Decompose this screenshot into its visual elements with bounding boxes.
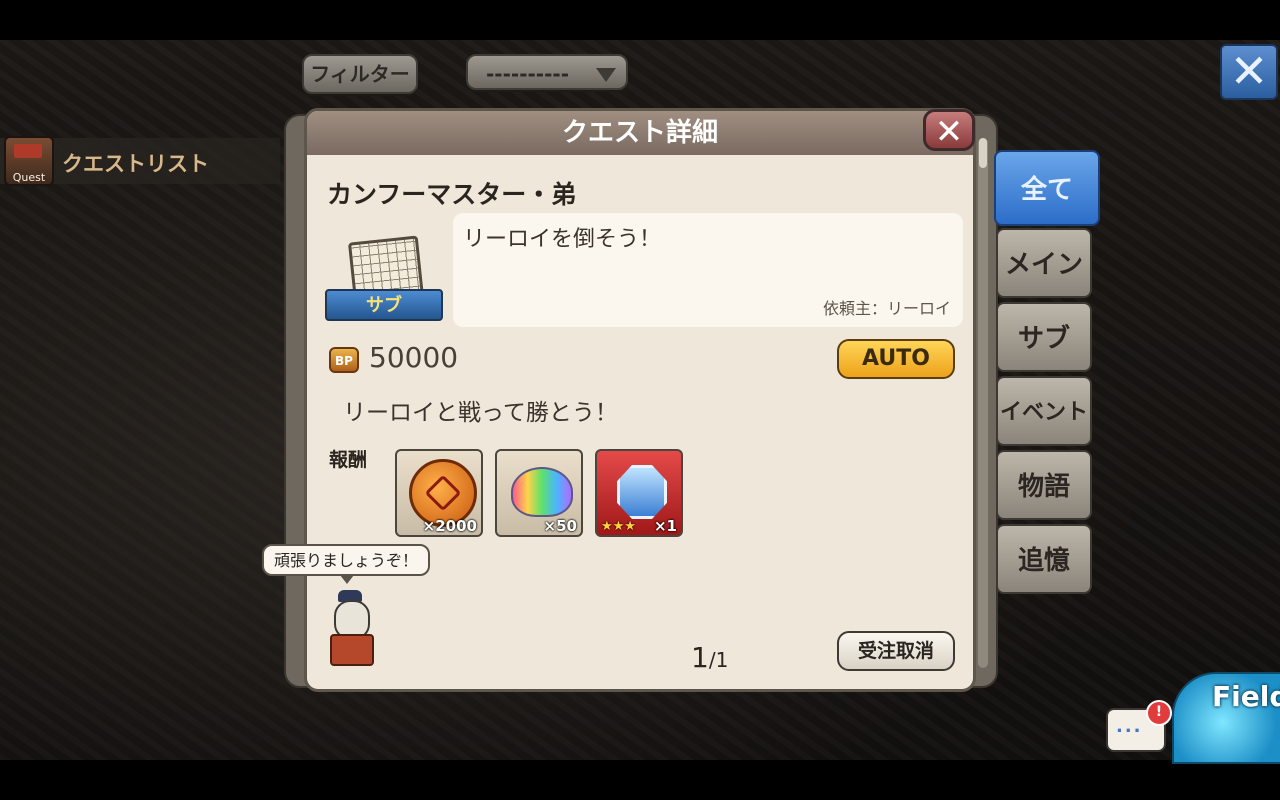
dialog-title: クエスト詳細 (307, 111, 973, 155)
page-current: 1 (691, 641, 709, 674)
field-button[interactable]: Field (1172, 672, 1280, 764)
bp-value: 50000 (369, 341, 459, 374)
scrollbar-thumb[interactable] (979, 138, 987, 168)
close-screen-button[interactable]: ✕ (1220, 44, 1278, 100)
field-label: Field (1212, 680, 1280, 713)
quest-detail-dialog: クエスト詳細 ✕ カンフーマスター・弟 サブ リーロイを倒そう！ 依頼主：リーロ… (304, 108, 976, 692)
close-icon: ✕ (1229, 44, 1269, 98)
shield-crest-icon (617, 465, 667, 519)
page-total: /1 (708, 648, 729, 672)
treasure-chest-icon (330, 634, 374, 666)
rarity-stars: ★★★ (601, 519, 636, 534)
reward-item-shield[interactable]: ★★★ ×1 (595, 449, 683, 537)
chat-bubble-icon: ... (1116, 716, 1143, 737)
quest-name: カンフーマスター・弟 (327, 180, 577, 209)
reward-item-coin[interactable]: ×2000 (395, 449, 483, 537)
quest-objective: リーロイと戦って勝とう！ (343, 400, 618, 426)
bp-icon: BP (329, 347, 359, 373)
quest-list-header[interactable]: Quest クエストリスト (0, 136, 280, 186)
mascot-character[interactable] (328, 590, 374, 666)
reward-qty: ×2000 (422, 517, 477, 535)
tab-main[interactable]: メイン (996, 228, 1092, 298)
scrollbar[interactable] (978, 138, 988, 668)
quest-client: 依頼主：リーロイ (822, 299, 951, 318)
page-indicator: 1/1 (691, 641, 728, 674)
quest-list-title: クエストリスト (62, 152, 209, 176)
tab-event[interactable]: イベント (996, 376, 1092, 446)
quest-shop-icon: Quest (4, 136, 54, 186)
tab-memory[interactable]: 追憶 (996, 524, 1092, 594)
tab-sub[interactable]: サブ (996, 302, 1092, 372)
dialog-close-button[interactable]: ✕ (923, 109, 975, 152)
reward-qty: ×50 (543, 517, 577, 535)
quest-icon-label: Quest (12, 171, 46, 184)
mascot-speech-bubble: 頑張りましょうぞ！ (262, 544, 431, 584)
auto-button[interactable]: AUTO (837, 339, 955, 379)
description-box: リーロイを倒そう！ 依頼主：リーロイ (453, 213, 963, 327)
quest-type-label: サブ (325, 289, 443, 321)
filter-dropdown[interactable]: ---------- (466, 54, 628, 90)
dropdown-value: ---------- (486, 62, 570, 86)
notification-badge: ! (1146, 700, 1172, 726)
quest-type-badge: サブ (325, 235, 443, 325)
cancel-quest-button[interactable]: 受注取消 (837, 631, 955, 671)
reward-label: 報酬 (329, 449, 368, 471)
tab-story[interactable]: 物語 (996, 450, 1092, 520)
close-icon: ✕ (934, 112, 964, 152)
reward-item-gem[interactable]: ×50 (495, 449, 583, 537)
chevron-down-icon (596, 68, 616, 82)
rainbow-gem-icon (511, 467, 573, 517)
filter-button[interactable]: フィルター (302, 54, 418, 94)
tab-all[interactable]: 全て (994, 150, 1100, 226)
quest-description: リーロイを倒そう！ (463, 227, 662, 252)
chat-button[interactable]: ... ! (1106, 700, 1172, 752)
reward-qty: ×1 (653, 517, 677, 535)
